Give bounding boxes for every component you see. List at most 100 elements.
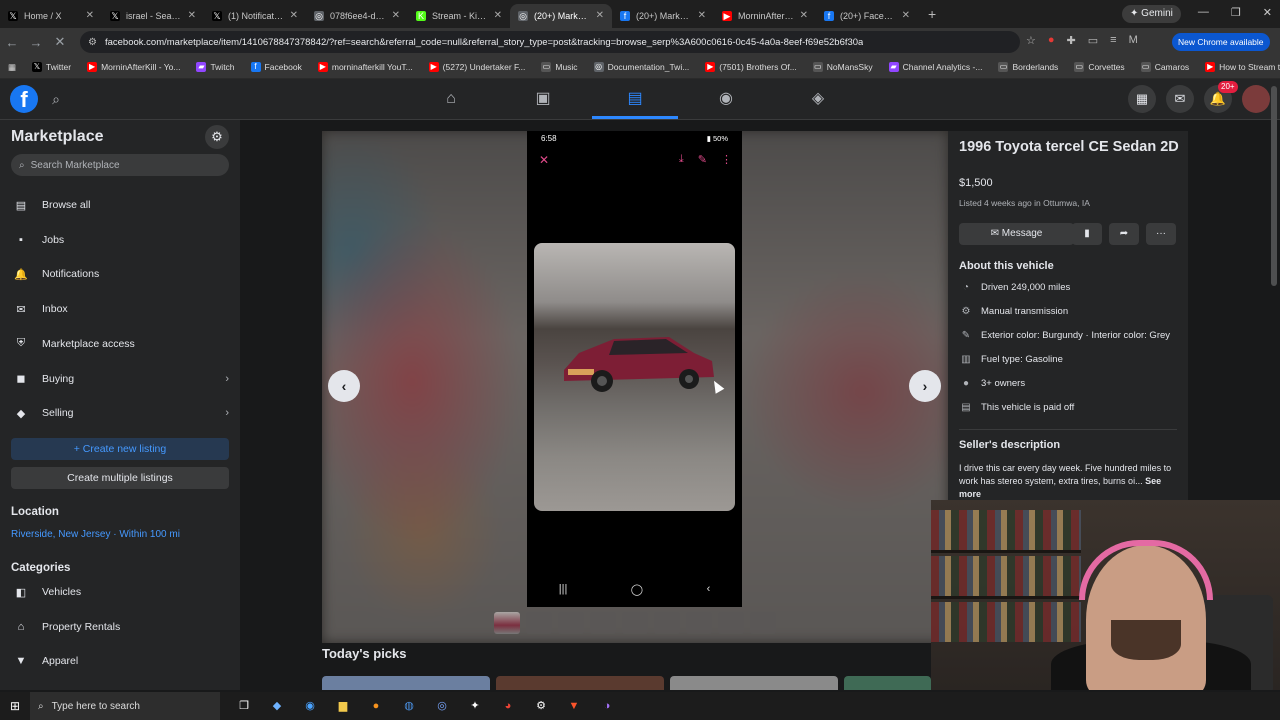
save-bookmark-icon[interactable]: ▮ bbox=[1072, 223, 1102, 245]
close-tab-icon[interactable]: ✕ bbox=[698, 10, 706, 21]
marketplace-search-input[interactable] bbox=[28, 158, 213, 172]
new-tab-button[interactable]: + bbox=[918, 6, 946, 22]
bookmark-item[interactable]: ▭ Borderlands bbox=[990, 62, 1066, 72]
thumbnail[interactable] bbox=[718, 612, 744, 634]
close-tab-icon[interactable]: ✕ bbox=[392, 10, 400, 21]
browser-tab[interactable]: K Stream - Kick Dash ✕ bbox=[408, 4, 510, 28]
category-property-rentals[interactable]: ⌂ Property Rentals bbox=[11, 613, 229, 641]
bookmark-item[interactable]: ▭ NoMansSky bbox=[805, 62, 881, 72]
file-explorer-icon[interactable]: ▆ bbox=[333, 696, 353, 716]
marketplace-search[interactable]: ⌕ bbox=[11, 154, 229, 176]
close-tab-icon[interactable]: ✕ bbox=[596, 10, 604, 21]
browser-tab[interactable]: ◎ (20+) Marketplace ✕ bbox=[510, 3, 612, 28]
app-icon[interactable]: ✦ bbox=[465, 696, 485, 716]
close-tab-icon[interactable]: ✕ bbox=[188, 10, 196, 21]
pick-card[interactable] bbox=[844, 676, 931, 690]
search-icon[interactable]: ⌕ bbox=[44, 87, 68, 111]
sidebar-item-inbox[interactable]: ✉ Inbox bbox=[11, 295, 229, 323]
browser-tab[interactable]: f (20+) Facebook ✕ bbox=[816, 4, 918, 28]
profile-icon[interactable]: M bbox=[1129, 34, 1138, 47]
settings-icon[interactable]: ⚙ bbox=[531, 696, 551, 716]
restore-icon[interactable]: ❐ bbox=[1231, 6, 1241, 19]
bookmark-item[interactable]: ▭ Music bbox=[533, 62, 585, 72]
message-button[interactable]: ✉ Message bbox=[959, 223, 1074, 245]
pick-card[interactable] bbox=[670, 676, 838, 690]
browser-tab[interactable]: 𝕏 (1) Notifications / X ✕ bbox=[204, 4, 306, 28]
browser-tab[interactable]: 𝕏 Home / X ✕ bbox=[0, 4, 102, 28]
apps-grid-icon[interactable]: ▦ bbox=[0, 62, 24, 73]
notifications-bell-icon[interactable]: 🔔 20+ bbox=[1204, 81, 1238, 113]
sidebar-item-notifications[interactable]: 🔔 Notifications bbox=[11, 260, 229, 288]
new-chrome-button[interactable]: New Chrome available bbox=[1172, 33, 1270, 51]
video-icon[interactable]: ▣ bbox=[523, 85, 563, 113]
create-new-listing-button[interactable]: + Create new listing bbox=[11, 438, 229, 460]
back-arrow-icon[interactable]: ← bbox=[0, 35, 24, 50]
sidebar-item-buying[interactable]: ◼ Buying › bbox=[11, 365, 229, 393]
taskbar-search[interactable]: ⌕ Type here to search bbox=[30, 692, 220, 720]
bookmark-item[interactable]: ▶How to Stream to T... bbox=[1197, 62, 1280, 72]
windows-start-icon[interactable]: ⊞ bbox=[0, 699, 30, 713]
star-icon[interactable]: ☆ bbox=[1026, 34, 1036, 47]
sidebar-item-selling[interactable]: ◆ Selling › bbox=[11, 399, 229, 427]
close-tab-icon[interactable]: ✕ bbox=[86, 10, 94, 21]
bookmark-item[interactable]: ▶ (7501) Brothers Of... bbox=[697, 62, 804, 72]
avatar[interactable] bbox=[1242, 85, 1270, 113]
forward-arrow-icon[interactable]: → bbox=[24, 35, 48, 50]
sidebar-item-marketplace-access[interactable]: ⛨ Marketplace access bbox=[11, 330, 229, 358]
extension-icon[interactable]: ● bbox=[1048, 34, 1055, 47]
bookmark-item[interactable]: 𝕏 Twitter bbox=[24, 62, 79, 72]
groups-icon[interactable]: ◉ bbox=[706, 85, 746, 113]
category-apparel[interactable]: ▼ Apparel bbox=[11, 647, 229, 675]
minimize-icon[interactable]: — bbox=[1198, 6, 1209, 19]
bookmark-item[interactable]: f Facebook bbox=[243, 62, 310, 72]
next-photo-button[interactable]: › bbox=[909, 370, 941, 402]
thumbnail[interactable] bbox=[558, 612, 584, 634]
facebook-logo[interactable]: f bbox=[10, 85, 38, 113]
bookmark-item[interactable]: ▭ Camaros bbox=[1133, 62, 1197, 72]
page-scrollbar[interactable] bbox=[1271, 86, 1277, 286]
messenger-icon[interactable]: ✉ bbox=[1166, 85, 1194, 113]
create-multiple-listings-button[interactable]: Create multiple listings bbox=[11, 467, 229, 489]
sidebar-item-browse-all[interactable]: ▤ Browse all bbox=[11, 191, 229, 219]
marketplace-icon[interactable]: ▤ bbox=[615, 85, 655, 113]
pick-card[interactable] bbox=[496, 676, 664, 690]
app-icon[interactable]: ◎ bbox=[432, 696, 452, 716]
thumbnail[interactable] bbox=[590, 612, 616, 634]
thumbnail[interactable] bbox=[750, 612, 776, 634]
bookmark-item[interactable]: ▰ Channel Analytics -... bbox=[881, 62, 991, 72]
browser-tab[interactable]: 𝕏israel - Search / X ✕ bbox=[102, 4, 204, 28]
more-options-icon[interactable]: ··· bbox=[1146, 223, 1176, 245]
thumbnail[interactable] bbox=[622, 612, 648, 634]
location-link[interactable]: Riverside, New Jersey · Within 100 mi bbox=[11, 529, 180, 540]
app-icon[interactable]: ◍ bbox=[399, 696, 419, 716]
chrome-icon[interactable]: ◕ bbox=[498, 696, 518, 716]
app-icon[interactable]: ● bbox=[366, 696, 386, 716]
close-window-icon[interactable]: ✕ bbox=[1263, 6, 1272, 19]
home-icon[interactable]: ⌂ bbox=[431, 85, 471, 113]
bookmark-item[interactable]: ▰ Twitch bbox=[188, 62, 242, 72]
browser-tab[interactable]: ▶ MorninAfterKill - Yo ✕ bbox=[714, 4, 816, 28]
bookmark-item[interactable]: ▭ Corvettes bbox=[1066, 62, 1132, 72]
close-tab-icon[interactable]: ✕ bbox=[902, 10, 910, 21]
thumbnail[interactable] bbox=[526, 612, 552, 634]
reload-icon[interactable]: ✕ bbox=[48, 34, 72, 50]
gaming-icon[interactable]: ◈ bbox=[798, 85, 838, 113]
copilot-icon[interactable]: ◆ bbox=[267, 696, 287, 716]
bookmark-item[interactable]: ▶ MorninAfterKill - Yo... bbox=[79, 62, 188, 72]
close-tab-icon[interactable]: ✕ bbox=[800, 10, 808, 21]
category-vehicles[interactable]: ◧ Vehicles bbox=[11, 578, 229, 606]
reading-list-icon[interactable]: ≡ bbox=[1110, 34, 1116, 47]
thumbnail[interactable] bbox=[686, 612, 712, 634]
previous-photo-button[interactable]: ‹ bbox=[328, 370, 360, 402]
thumbnail[interactable] bbox=[654, 612, 680, 634]
bookmark-item[interactable]: ▶ morninafterkill YouT... bbox=[310, 62, 421, 72]
puzzle-icon[interactable]: ✚ bbox=[1067, 34, 1076, 47]
browser-tab[interactable]: ◎ 078f6ee4-d025-46 ✕ bbox=[306, 4, 408, 28]
close-tab-icon[interactable]: ✕ bbox=[494, 10, 502, 21]
bookmark-item[interactable]: ◎ Documentation_Twi... bbox=[586, 62, 698, 72]
browser-tab[interactable]: f (20+) Marketplace ✕ bbox=[612, 4, 714, 28]
gemini-button[interactable]: ✦ Gemini bbox=[1122, 5, 1181, 23]
bookmark-item[interactable]: ▶ (5272) Undertaker F... bbox=[421, 62, 534, 72]
share-icon[interactable]: ➦ bbox=[1109, 223, 1139, 245]
close-tab-icon[interactable]: ✕ bbox=[290, 10, 298, 21]
